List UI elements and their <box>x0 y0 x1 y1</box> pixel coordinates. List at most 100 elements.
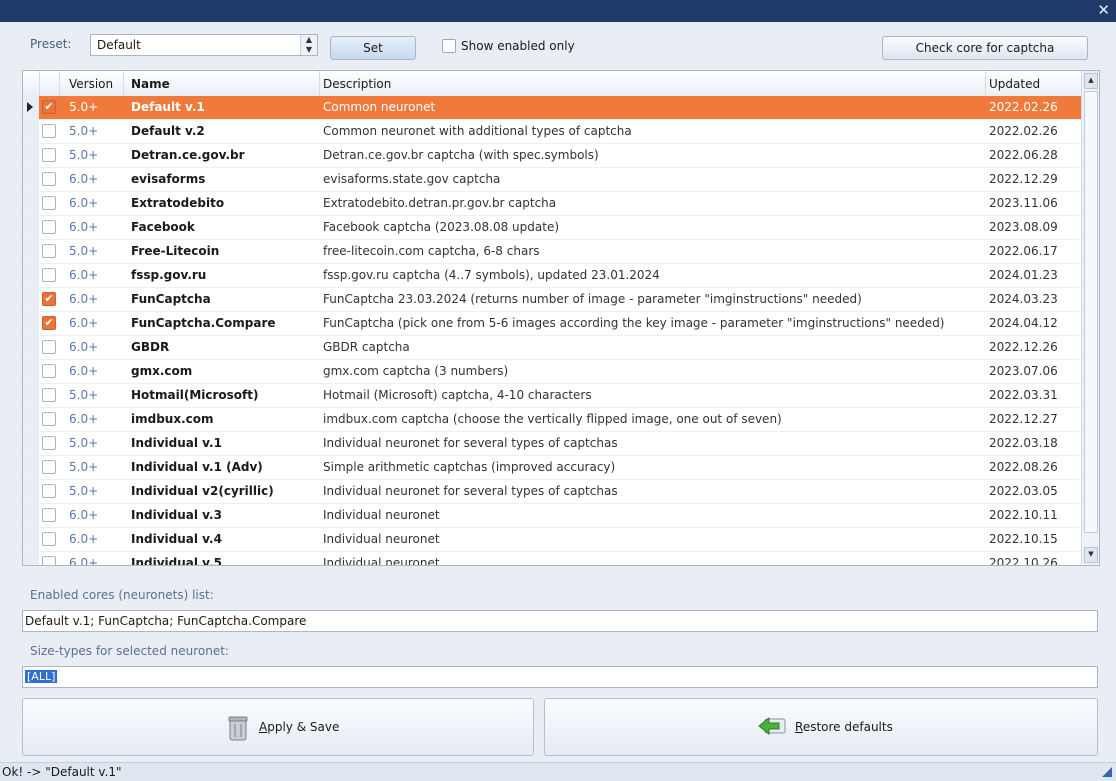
col-name[interactable]: Name <box>131 77 170 91</box>
vertical-scrollbar[interactable]: ▲ ▼ <box>1081 71 1099 565</box>
row-version: 5.0+ <box>69 244 99 258</box>
table-row[interactable]: 5.0+ Individual v.1 (Adv) Simple arithmeti… <box>23 456 1083 480</box>
row-description: free-litecoin.com captcha, 6-8 chars <box>323 244 540 258</box>
scroll-up-icon[interactable]: ▲ <box>1084 73 1098 89</box>
check-core-button[interactable]: Check core for captcha <box>882 36 1088 60</box>
row-indicator <box>23 432 39 455</box>
row-updated: 2022.10.11 <box>989 508 1058 522</box>
row-indicator <box>23 504 39 527</box>
row-updated: 2022.12.27 <box>989 412 1058 426</box>
row-enable-checkbox[interactable] <box>42 364 56 378</box>
row-enable-checkbox[interactable] <box>42 484 56 498</box>
table-row[interactable]: 6.0+ GBDR GBDR captcha 2022.12.26 <box>23 336 1083 360</box>
apply-save-button[interactable]: Apply & Save <box>22 698 534 756</box>
row-description: GBDR captcha <box>323 340 410 354</box>
row-name: Individual v.4 <box>131 532 222 546</box>
row-enable-checkbox[interactable] <box>42 244 56 258</box>
row-enable-checkbox[interactable] <box>42 532 56 546</box>
table-row[interactable]: 5.0+ Detran.ce.gov.br Detran.ce.gov.br cap… <box>23 144 1083 168</box>
row-version: 6.0+ <box>69 508 99 522</box>
row-indicator <box>23 264 39 287</box>
row-description: Individual neuronet for several types of… <box>323 484 618 498</box>
row-name: Individual v.5 <box>131 556 222 566</box>
size-types-value: [ALL] <box>25 670 58 683</box>
row-enable-checkbox[interactable] <box>42 220 56 234</box>
row-indicator <box>23 216 39 239</box>
row-enable-checkbox[interactable] <box>42 148 56 162</box>
neuronet-table[interactable]: Version Name Description Updated ✔ 5.0+ De… <box>22 70 1100 566</box>
row-enable-checkbox[interactable] <box>42 388 56 402</box>
table-row[interactable]: ✔ 6.0+ FunCaptcha.Compare FunCaptcha (pick … <box>23 312 1083 336</box>
row-updated: 2022.03.18 <box>989 436 1058 450</box>
enabled-cores-field[interactable]: Default v.1; FunCaptcha; FunCaptcha.Comp… <box>22 610 1098 632</box>
row-description: Common neuronet with additional types of… <box>323 124 632 138</box>
row-enable-checkbox[interactable] <box>42 340 56 354</box>
status-bar: Ok! -> "Default v.1" <box>0 762 1116 781</box>
row-name: Detran.ce.gov.br <box>131 148 245 162</box>
enabled-cores-label: Enabled cores (neuronets) list: <box>30 588 214 602</box>
close-icon[interactable]: ✕ <box>1097 1 1110 19</box>
row-enable-checkbox[interactable] <box>42 196 56 210</box>
row-name: Default v.2 <box>131 124 205 138</box>
row-updated: 2022.02.26 <box>989 100 1058 114</box>
table-row[interactable]: 6.0+ Extratodebito Extratodebito.detran.pr… <box>23 192 1083 216</box>
col-description[interactable]: Description <box>323 77 391 91</box>
row-enable-checkbox[interactable] <box>42 412 56 426</box>
table-row[interactable]: 6.0+ gmx.com gmx.com captcha (3 numbers) 20… <box>23 360 1083 384</box>
table-row[interactable]: 6.0+ evisaforms evisaforms.state.gov captc… <box>23 168 1083 192</box>
row-indicator <box>23 96 39 119</box>
row-enable-checkbox[interactable] <box>42 460 56 474</box>
row-description: FunCaptcha 23.03.2024 (returns number of… <box>323 292 862 306</box>
row-version: 6.0+ <box>69 340 99 354</box>
row-name: imdbux.com <box>131 412 214 426</box>
size-types-field[interactable]: [ALL] <box>22 666 1098 688</box>
row-description: Hotmail (Microsoft) captcha, 4-10 charac… <box>323 388 592 402</box>
row-version: 6.0+ <box>69 172 99 186</box>
table-row[interactable]: ✔ 5.0+ Default v.1 Common neuronet 2022.02.2… <box>23 96 1083 120</box>
show-enabled-checkbox[interactable] <box>442 38 456 53</box>
table-row[interactable]: 6.0+ Individual v.4 Individual neuronet 202… <box>23 528 1083 552</box>
row-indicator <box>23 120 39 143</box>
row-version: 5.0+ <box>69 100 99 114</box>
table-row[interactable]: 5.0+ Hotmail(Microsoft) Hotmail (Microsoft… <box>23 384 1083 408</box>
row-indicator <box>23 360 39 383</box>
scroll-thumb[interactable] <box>1084 91 1098 533</box>
table-row[interactable]: ✔ 6.0+ FunCaptcha FunCaptcha 23.03.2024 (re… <box>23 288 1083 312</box>
table-row[interactable]: 6.0+ Individual v.5 Individual neuronet 202… <box>23 552 1083 566</box>
set-button[interactable]: Set <box>330 36 416 60</box>
row-version: 6.0+ <box>69 268 99 282</box>
row-description: FunCaptcha (pick one from 5-6 images acc… <box>323 316 945 330</box>
row-indicator <box>23 192 39 215</box>
row-updated: 2024.04.12 <box>989 316 1058 330</box>
table-row[interactable]: 6.0+ imdbux.com imdbux.com captcha (choose… <box>23 408 1083 432</box>
restore-defaults-button[interactable]: Restore defaults <box>544 698 1098 756</box>
col-version[interactable]: Version <box>69 77 113 91</box>
row-enable-checkbox[interactable]: ✔ <box>42 100 56 114</box>
row-enable-checkbox[interactable]: ✔ <box>42 316 56 330</box>
row-updated: 2022.03.31 <box>989 388 1058 402</box>
row-enable-checkbox[interactable] <box>42 268 56 282</box>
row-enable-checkbox[interactable] <box>42 556 56 565</box>
table-row[interactable]: 6.0+ Facebook Facebook captcha (2023.08.08… <box>23 216 1083 240</box>
row-name: Individual v2(cyrillic) <box>131 484 274 498</box>
row-enable-checkbox[interactable] <box>42 508 56 522</box>
table-row[interactable]: 5.0+ Individual v.1 Individual neuronet fo… <box>23 432 1083 456</box>
scroll-down-icon[interactable]: ▼ <box>1084 547 1098 563</box>
col-updated[interactable]: Updated <box>989 77 1040 91</box>
row-name: FunCaptcha <box>131 292 211 306</box>
table-row[interactable]: 5.0+ Individual v2(cyrillic) Individual ne… <box>23 480 1083 504</box>
row-enable-checkbox[interactable] <box>42 436 56 450</box>
table-row[interactable]: 6.0+ Individual v.3 Individual neuronet 202… <box>23 504 1083 528</box>
table-row[interactable]: 5.0+ Default v.2 Common neuronet with addi… <box>23 120 1083 144</box>
row-version: 6.0+ <box>69 316 99 330</box>
row-enable-checkbox[interactable]: ✔ <box>42 292 56 306</box>
table-row[interactable]: 6.0+ fssp.gov.ru fssp.gov.ru captcha (4..7… <box>23 264 1083 288</box>
resize-grip-icon[interactable] <box>1102 767 1112 777</box>
spin-icon[interactable]: ▲ ▼ <box>300 35 317 55</box>
row-updated: 2022.10.26 <box>989 556 1058 566</box>
table-row[interactable]: 5.0+ Free-Litecoin free-litecoin.com captc… <box>23 240 1083 264</box>
row-enable-checkbox[interactable] <box>42 172 56 186</box>
preset-select[interactable]: Default ▲ ▼ <box>90 34 318 56</box>
row-enable-checkbox[interactable] <box>42 124 56 138</box>
show-enabled-toggle[interactable]: Show enabled only <box>442 38 575 53</box>
